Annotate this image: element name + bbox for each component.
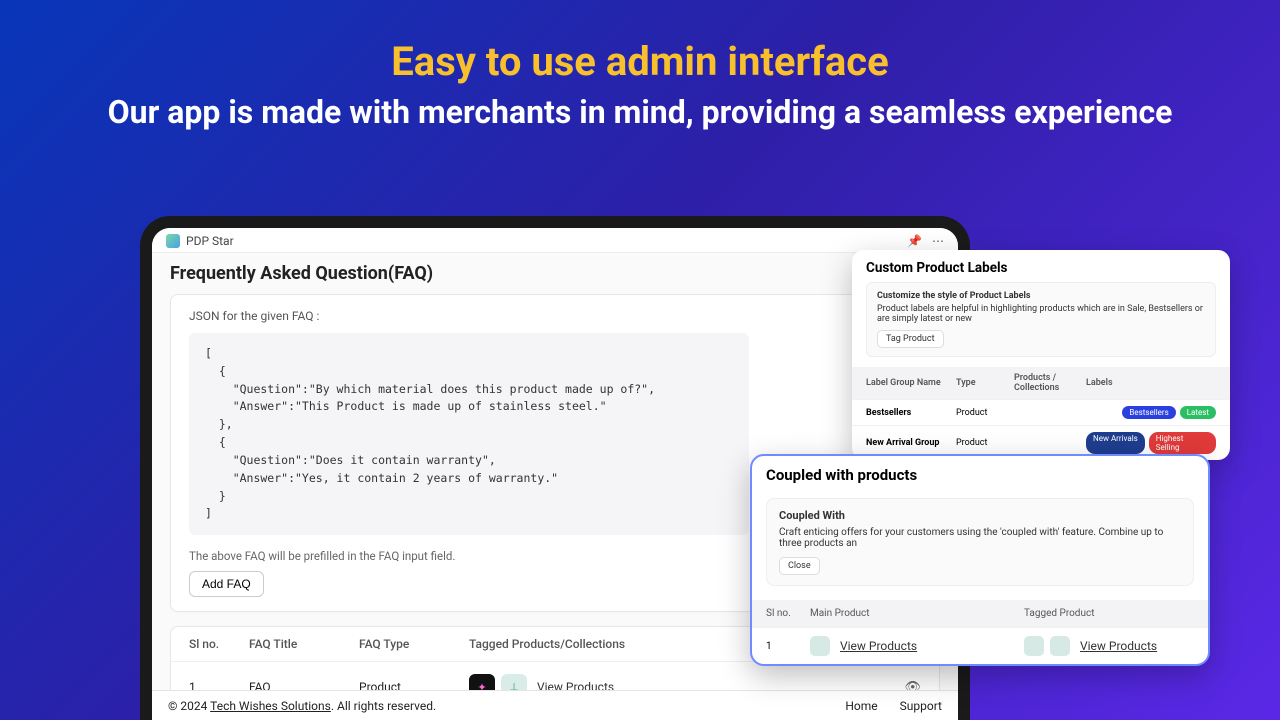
view-products-link[interactable]: View Products <box>840 639 917 653</box>
hero-title: Easy to use admin interface <box>0 38 1280 85</box>
label-group-name: New Arrival Group <box>866 438 956 448</box>
footer-copyright: © 2024 Tech Wishes Solutions. All rights… <box>168 699 436 713</box>
coupled-panel: Coupled with products Coupled With Craft… <box>750 454 1210 666</box>
label-pill: New Arrivals <box>1086 432 1145 454</box>
coupled-table-header: Sl no. Main Product Tagged Product <box>752 600 1208 627</box>
faq-json-code: [ { "Question":"By which material does t… <box>189 333 749 535</box>
coupled-info-box: Coupled With Craft enticing offers for y… <box>766 498 1194 586</box>
close-button[interactable]: Close <box>779 557 820 575</box>
product-thumb-icon <box>1024 636 1044 656</box>
app-logo-icon <box>166 234 180 248</box>
coupled-box-title: Coupled With <box>779 509 1181 522</box>
labels-box-title: Customize the style of Product Labels <box>877 291 1205 301</box>
app-footer: © 2024 Tech Wishes Solutions. All rights… <box>152 690 958 720</box>
label-type: Product <box>956 408 1014 418</box>
label-group-name: Bestsellers <box>866 408 956 418</box>
labels-info-box: Customize the style of Product Labels Pr… <box>866 282 1216 357</box>
tag-product-button[interactable]: Tag Product <box>877 330 944 348</box>
faq-heading: Frequently Asked Question(FAQ) <box>170 263 940 284</box>
labels-table-header: Label Group Name Type Products / Collect… <box>852 367 1230 399</box>
coupled-sl: 1 <box>766 641 810 652</box>
col-title: FAQ Title <box>249 637 359 651</box>
view-products-link[interactable]: View Products <box>1080 639 1157 653</box>
coupled-box-desc: Craft enticing offers for your customers… <box>779 527 1163 549</box>
more-icon[interactable]: ⋯ <box>932 234 944 248</box>
app-title-bar: PDP Star 📌 ⋯ <box>152 228 958 253</box>
footer-support-link[interactable]: Support <box>900 699 942 713</box>
label-type: Product <box>956 438 1014 448</box>
labels-box-desc: Product labels are helpful in highlighti… <box>877 304 1203 324</box>
faq-json-label: JSON for the given FAQ : <box>189 309 921 323</box>
hero-subtitle: Our app is made with merchants in mind, … <box>0 91 1280 134</box>
coupled-title: Coupled with products <box>752 456 1208 494</box>
labels-title: Custom Product Labels <box>852 250 1230 282</box>
coupled-table-row: 1 View Products View Products <box>752 627 1208 664</box>
label-pill: Highest Selling <box>1149 432 1216 454</box>
app-name: PDP Star <box>186 234 234 248</box>
label-pill: Latest <box>1180 406 1216 419</box>
hero-banner: Easy to use admin interface Our app is m… <box>0 0 1280 134</box>
add-faq-button[interactable]: Add FAQ <box>189 571 264 597</box>
labels-table-row: BestsellersProductBestsellersLatest <box>852 399 1230 425</box>
product-thumb-icon <box>1050 636 1070 656</box>
custom-labels-panel: Custom Product Labels Customize the styl… <box>852 250 1230 460</box>
pin-icon[interactable]: 📌 <box>907 234 922 248</box>
product-thumb-icon <box>810 636 830 656</box>
footer-home-link[interactable]: Home <box>845 699 877 713</box>
label-pill: Bestsellers <box>1122 406 1175 419</box>
col-sl: Sl no. <box>189 637 249 651</box>
col-type: FAQ Type <box>359 637 469 651</box>
footer-company-link[interactable]: Tech Wishes Solutions <box>210 699 331 713</box>
